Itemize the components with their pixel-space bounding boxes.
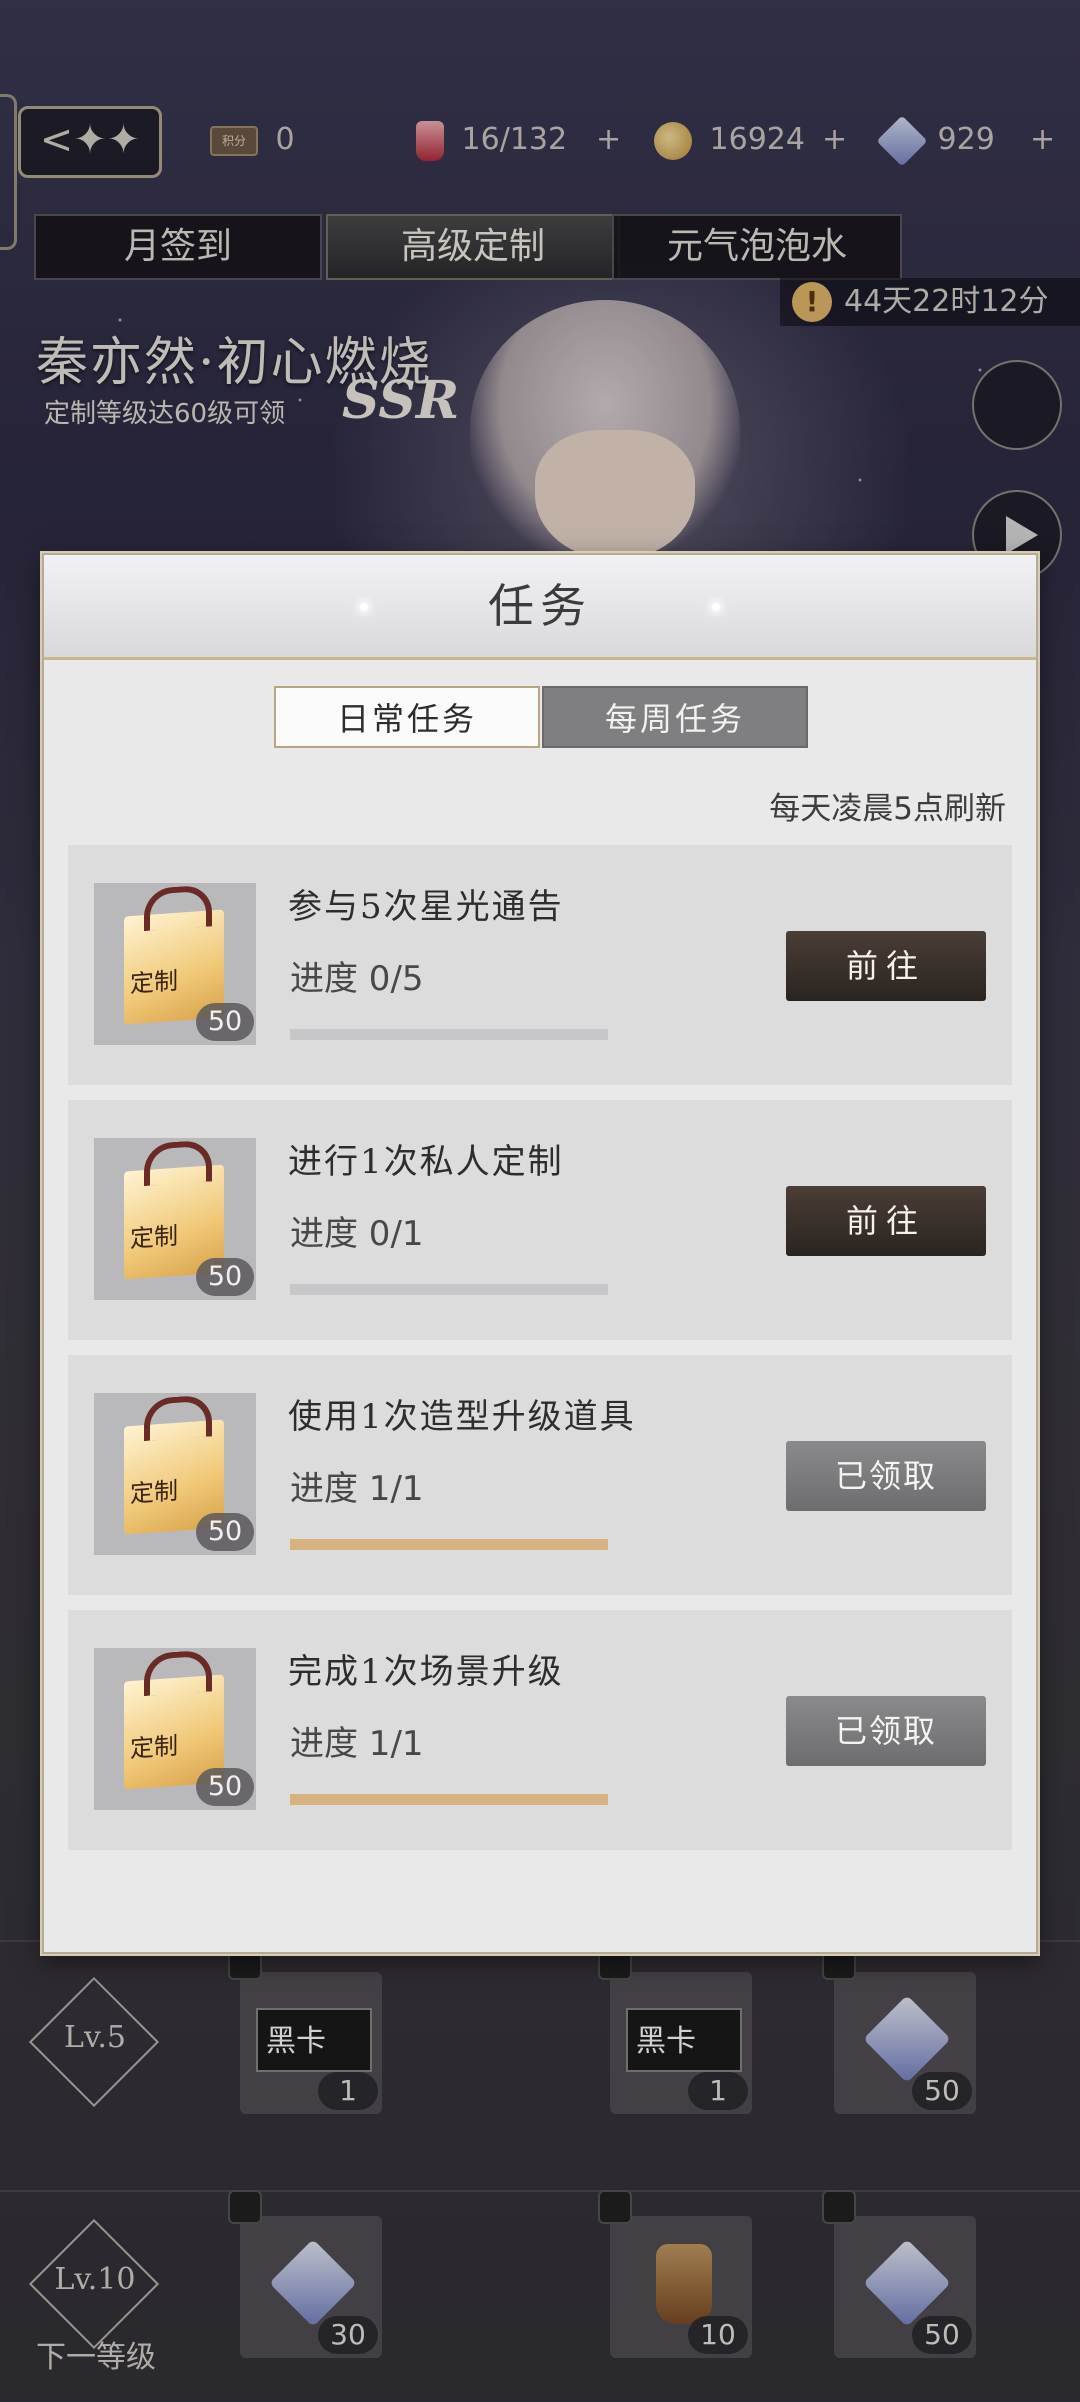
- task-progress-text: 进度 0/1: [290, 1214, 424, 1254]
- claimed-button[interactable]: 已领取: [786, 1441, 986, 1511]
- reward-bag-icon: 定制 50: [94, 1393, 256, 1555]
- task-progress-text: 进度 1/1: [290, 1469, 424, 1509]
- task-progress-text: 进度 0/5: [290, 959, 424, 999]
- task-row: 定制 50 参与5次星光通告 进度 0/5 前往: [68, 845, 1012, 1085]
- go-button[interactable]: 前往: [786, 1186, 986, 1256]
- progress-bar: [290, 1029, 608, 1040]
- task-name: 使用1次造型升级道具: [288, 1397, 636, 1437]
- progress-bar: [290, 1794, 608, 1805]
- task-modal: 任务 日常任务 每周任务 每天凌晨5点刷新 定制 50 参与5次星光通告 进度 0/5…: [42, 553, 1038, 1954]
- reward-bag-icon: 定制 50: [94, 1138, 256, 1300]
- bag-label: 定制: [130, 1476, 178, 1509]
- tab-daily-tasks[interactable]: 日常任务: [274, 686, 540, 748]
- task-row: 定制 50 完成1次场景升级 进度 1/1 已领取: [68, 1610, 1012, 1850]
- reward-bag-icon: 定制 50: [94, 1648, 256, 1810]
- progress-bar: [290, 1284, 608, 1295]
- modal-header: 任务: [44, 555, 1036, 660]
- bag-label: 定制: [130, 1221, 178, 1254]
- tab-weekly-tasks[interactable]: 每周任务: [542, 686, 808, 748]
- task-row: 定制 50 进行1次私人定制 进度 0/1 前往: [68, 1100, 1012, 1340]
- bag-label: 定制: [130, 1731, 178, 1764]
- reward-count: 50: [196, 1768, 254, 1806]
- task-progress-text: 进度 1/1: [290, 1724, 424, 1764]
- reward-count: 50: [196, 1513, 254, 1551]
- task-row: 定制 50 使用1次造型升级道具 进度 1/1 已领取: [68, 1355, 1012, 1595]
- refresh-note: 每天凌晨5点刷新: [769, 791, 1006, 827]
- task-name: 进行1次私人定制: [288, 1142, 564, 1182]
- task-type-switch: 日常任务 每周任务: [274, 686, 810, 750]
- progress-bar-fill: [290, 1794, 608, 1805]
- reward-count: 50: [196, 1258, 254, 1296]
- bag-label: 定制: [130, 966, 178, 999]
- go-button[interactable]: 前往: [786, 931, 986, 1001]
- reward-bag-icon: 定制 50: [94, 883, 256, 1045]
- modal-title: 任务: [488, 579, 592, 633]
- task-name: 完成1次场景升级: [288, 1652, 564, 1692]
- progress-bar: [290, 1539, 608, 1550]
- claimed-button[interactable]: 已领取: [786, 1696, 986, 1766]
- progress-bar-fill: [290, 1539, 608, 1550]
- reward-count: 50: [196, 1003, 254, 1041]
- task-name: 参与5次星光通告: [288, 887, 564, 927]
